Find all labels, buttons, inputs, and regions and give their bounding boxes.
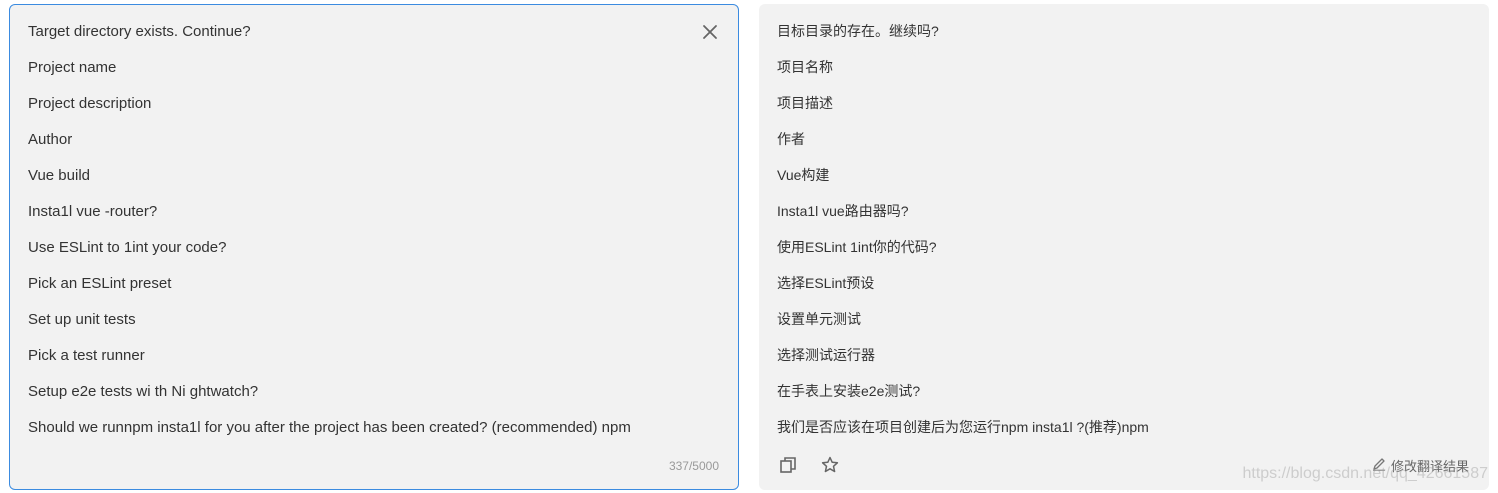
edit-translation-label: 修改翻译结果	[1390, 459, 1469, 474]
source-line: Project name	[28, 59, 117, 76]
star-icon[interactable]	[819, 454, 841, 476]
translation-line: 项目描述	[777, 95, 833, 111]
source-line: Pick a test runner	[28, 347, 145, 364]
translation-line: Vue构建	[777, 167, 830, 183]
source-text-area[interactable]: Target directory exists. Continue? Proje…	[28, 20, 688, 452]
translation-line: 选择ESLint预设	[777, 275, 875, 291]
translation-toolbar	[777, 454, 841, 476]
source-text-panel[interactable]: Target directory exists. Continue? Proje…	[9, 4, 739, 490]
source-line: Author	[28, 131, 73, 148]
translation-line: 使用ESLint 1int你的代码?	[777, 239, 937, 255]
translation-line: 目标目录的存在。继续吗?	[777, 23, 939, 39]
translation-text-area: 目标目录的存在。继续吗? 项目名称 项目描述 作者 Vue构建 Insta1l …	[777, 19, 1439, 451]
translation-line: 选择测试运行器	[777, 347, 875, 363]
source-line: Project description	[28, 95, 152, 112]
source-line: Use ESLint to 1int your code?	[28, 239, 227, 256]
source-line: Insta1l vue -router?	[28, 203, 158, 220]
translation-line: 作者	[777, 131, 805, 147]
source-line: Vue build	[28, 167, 90, 184]
edit-translation-button[interactable]: 修改翻译结果	[1372, 456, 1469, 475]
source-line: Should we runnpm insta1l for you after t…	[28, 419, 631, 436]
translation-result-panel: 目标目录的存在。继续吗? 项目名称 项目描述 作者 Vue构建 Insta1l …	[759, 4, 1489, 490]
source-line: Set up unit tests	[28, 311, 136, 328]
copy-icon[interactable]	[777, 454, 799, 476]
source-line: Pick an ESLint preset	[28, 275, 172, 292]
translation-line: 在手表上安装e2e测试?	[777, 383, 921, 399]
translation-line: 项目名称	[777, 59, 833, 75]
translation-line: Insta1l vue路由器吗?	[777, 203, 909, 219]
close-icon[interactable]	[700, 22, 720, 42]
translation-line: 我们是否应该在项目创建后为您运行npm insta1l ?(推荐)npm	[777, 419, 1149, 435]
translation-line: 设置单元测试	[777, 311, 861, 327]
source-line: Setup e2e tests wi th Ni ghtwatch?	[28, 383, 259, 400]
character-counter: 337/5000	[668, 459, 719, 473]
source-line: Target directory exists. Continue?	[28, 23, 251, 40]
pencil-icon	[1372, 457, 1386, 474]
